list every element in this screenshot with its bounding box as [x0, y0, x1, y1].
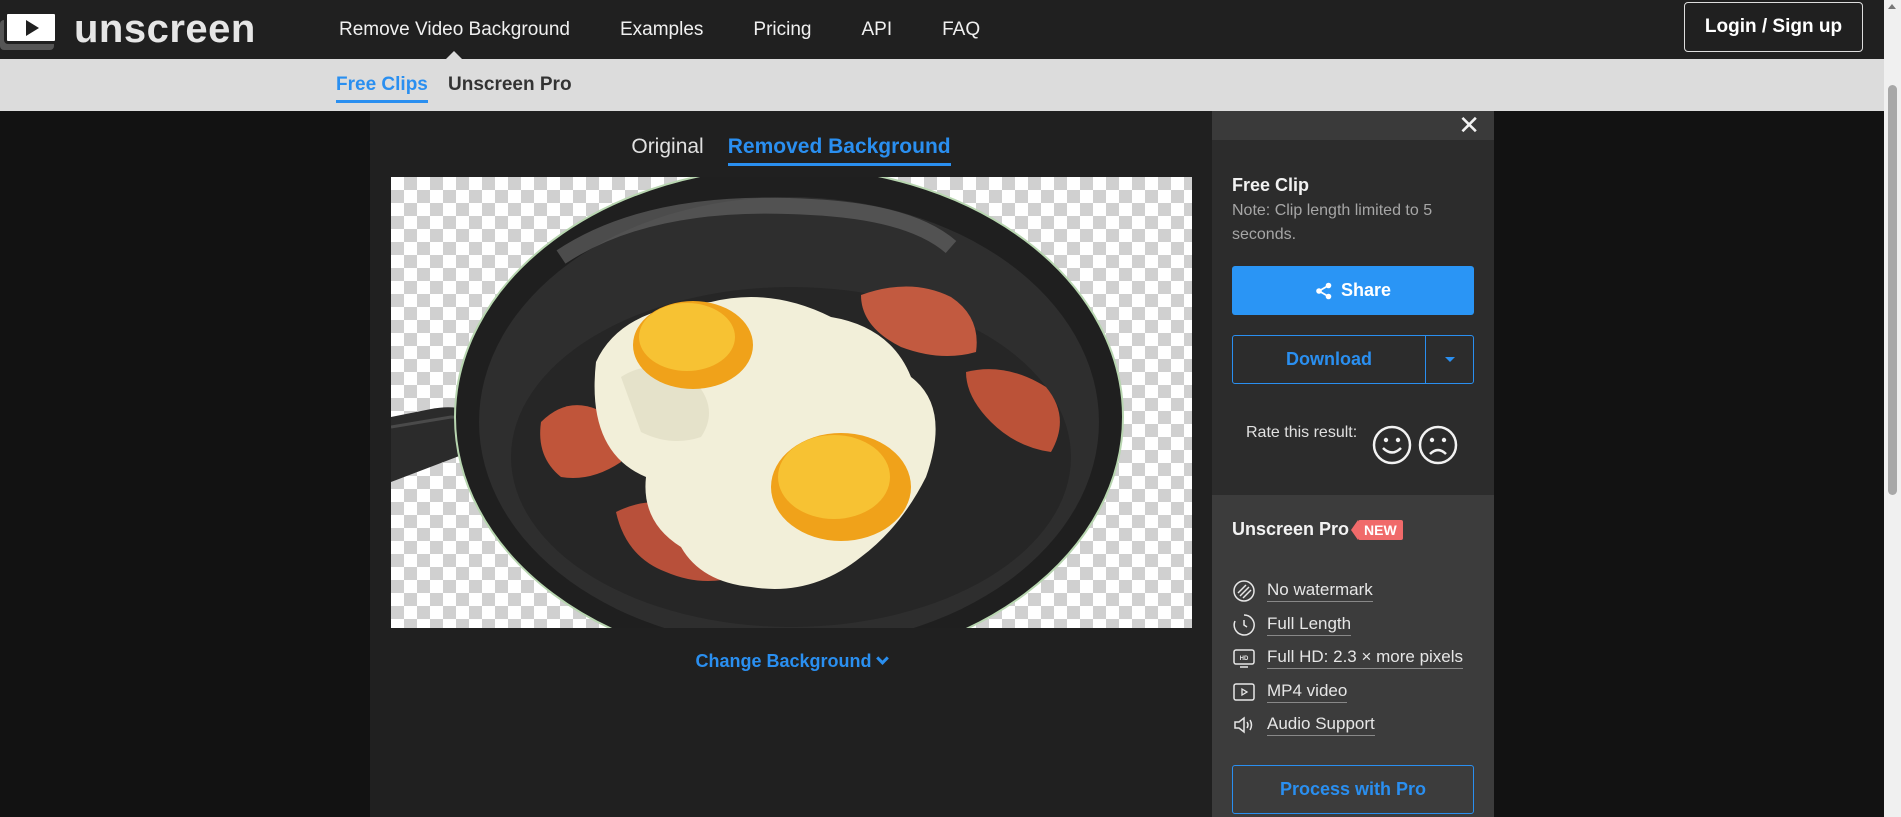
feature-label: Audio Support [1267, 714, 1375, 736]
process-with-pro-button[interactable]: Process with Pro [1232, 765, 1474, 814]
share-label: Share [1340, 280, 1392, 300]
download-split-button: Download [1232, 335, 1474, 384]
feature-mp4-video: MP4 video [1232, 680, 1348, 704]
nav-faq[interactable]: FAQ [942, 0, 980, 59]
feature-full-length: Full Length [1232, 613, 1352, 637]
sidebar-header: ✕ [1212, 111, 1494, 140]
view-toggle: Original Removed Background [370, 135, 1212, 166]
scroll-up-icon[interactable] [1888, 4, 1896, 9]
download-button[interactable]: Download [1233, 336, 1426, 383]
happy-face-icon[interactable] [1372, 425, 1412, 465]
pro-title: Unscreen Pro [1232, 519, 1350, 539]
feature-label: No watermark [1267, 580, 1373, 602]
new-badge: NEW [1351, 520, 1403, 540]
scrollbar-thumb[interactable] [1888, 85, 1897, 495]
result-preview[interactable] [391, 177, 1192, 628]
hd-icon: HD [1233, 649, 1255, 668]
feature-label: Full HD: 2.3 × more pixels [1267, 647, 1464, 669]
tab-free-clips[interactable]: Free Clips [336, 74, 428, 103]
login-signup-button[interactable]: Login / Sign up [1684, 2, 1863, 52]
feature-full-hd: HD Full HD: 2.3 × more pixels [1232, 646, 1464, 670]
close-icon[interactable]: ✕ [1458, 112, 1480, 138]
caret-down-icon [1444, 357, 1455, 362]
tab-original[interactable]: Original [631, 135, 703, 166]
free-clip-title: Free Clip [1232, 175, 1310, 195]
clock-icon [1233, 614, 1255, 636]
change-background-label: Change Background [695, 651, 872, 671]
pro-upsell-box: Unscreen Pro NEW No watermark Full Lengt… [1212, 495, 1494, 817]
fried-eggs-pan-image [391, 177, 1124, 628]
main-nav: Remove Video Background Examples Pricing… [339, 0, 1030, 59]
feature-no-watermark: No watermark [1232, 579, 1373, 603]
unscreen-logo[interactable]: unscreen [0, 8, 256, 50]
tab-removed-background[interactable]: Removed Background [727, 135, 951, 166]
share-button[interactable]: Share [1232, 266, 1474, 315]
share-icon [1316, 282, 1332, 299]
download-options-dropdown[interactable] [1426, 336, 1473, 383]
no-watermark-icon [1233, 580, 1255, 602]
clip-viewer: Original Removed Background Change Backg… [370, 111, 1212, 817]
change-background-toggle[interactable]: Change Background [370, 651, 1212, 672]
rate-result-label: Rate this result: [1246, 424, 1358, 441]
svg-text:HD: HD [1240, 656, 1249, 662]
result-sidebar: ✕ Free Clip Note: Clip length limited to… [1212, 111, 1494, 817]
sad-face-icon[interactable] [1418, 425, 1458, 465]
page-scrollbar[interactable] [1884, 0, 1901, 817]
top-navbar: unscreen Remove Video Background Example… [0, 0, 1884, 59]
nav-remove-video-background[interactable]: Remove Video Background [339, 0, 570, 59]
tab-unscreen-pro[interactable]: Unscreen Pro [448, 74, 572, 100]
nav-pricing[interactable]: Pricing [753, 0, 811, 59]
nav-api[interactable]: API [861, 0, 892, 59]
feature-label: Full Length [1267, 614, 1352, 636]
sub-navbar: Free Clips Unscreen Pro [0, 59, 1884, 111]
nav-examples[interactable]: Examples [620, 0, 703, 59]
chevron-down-icon [875, 652, 889, 665]
feature-audio-support: Audio Support [1232, 713, 1375, 737]
free-clip-note: Note: Clip length limited to 5 seconds. [1232, 202, 1433, 243]
feature-label: MP4 video [1267, 681, 1348, 703]
speaker-icon [1234, 716, 1253, 734]
logo-text: unscreen [74, 7, 256, 51]
logo-icon [0, 8, 58, 50]
play-file-icon [1233, 683, 1255, 701]
